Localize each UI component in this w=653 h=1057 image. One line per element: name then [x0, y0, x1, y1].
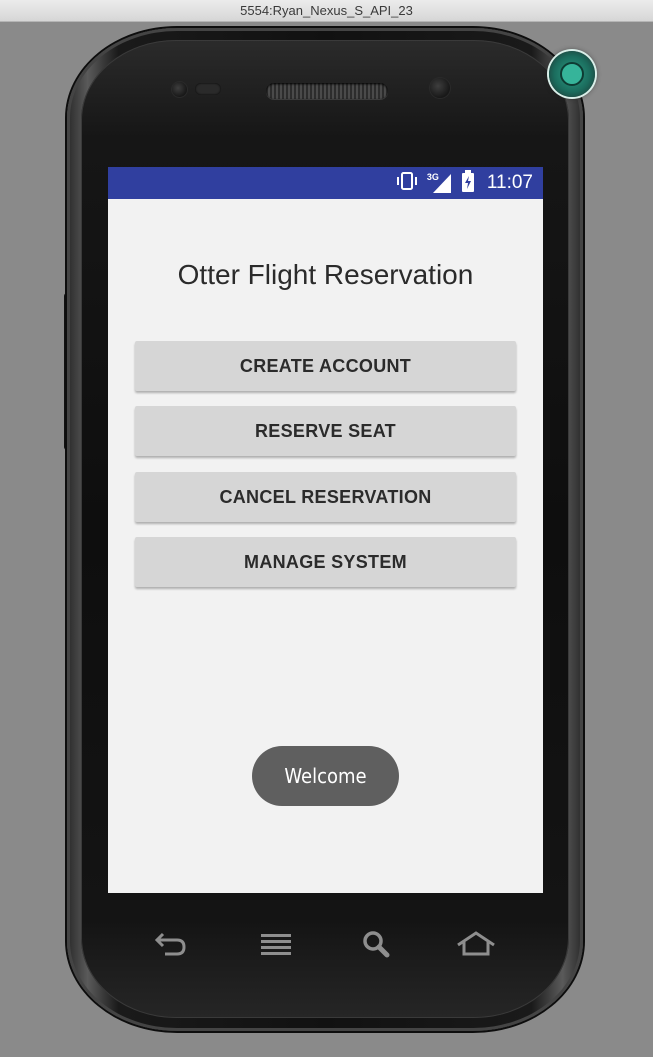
- search-icon[interactable]: [356, 926, 396, 962]
- hardware-nav-bar: [108, 918, 543, 970]
- front-camera: [430, 78, 450, 98]
- earpiece-speaker: [266, 83, 388, 99]
- create-account-button[interactable]: CREATE ACCOUNT: [135, 341, 516, 391]
- home-icon[interactable]: [456, 926, 496, 962]
- window-title: 5554:Ryan_Nexus_S_API_23: [240, 3, 413, 18]
- status-icons: 3G 11:07: [395, 167, 533, 199]
- cancel-reservation-button[interactable]: CANCEL RESERVATION: [135, 472, 516, 522]
- app-title: Otter Flight Reservation: [177, 259, 474, 290]
- proximity-sensor: [172, 82, 187, 97]
- light-sensor: [195, 83, 221, 95]
- signal-icon: 3G: [427, 172, 453, 194]
- reserve-seat-button[interactable]: RESERVE SEAT: [135, 406, 516, 456]
- manage-system-button[interactable]: MANAGE SYSTEM: [135, 537, 516, 587]
- welcome-toast: Welcome: [252, 746, 399, 806]
- status-bar: 3G 11:07: [108, 167, 543, 199]
- vibrate-icon: [395, 171, 419, 196]
- battery-icon: [461, 169, 475, 197]
- menu-icon[interactable]: [256, 926, 296, 962]
- device-screen: 3G 11:07 Otter Flight Reservation CREATE…: [108, 167, 543, 893]
- emulator-control-icon[interactable]: [549, 51, 595, 97]
- window-title-bar: 5554:Ryan_Nexus_S_API_23: [0, 0, 653, 22]
- emulator-ring: [560, 62, 584, 86]
- back-icon[interactable]: [151, 926, 191, 962]
- clock: 11:07: [486, 172, 533, 193]
